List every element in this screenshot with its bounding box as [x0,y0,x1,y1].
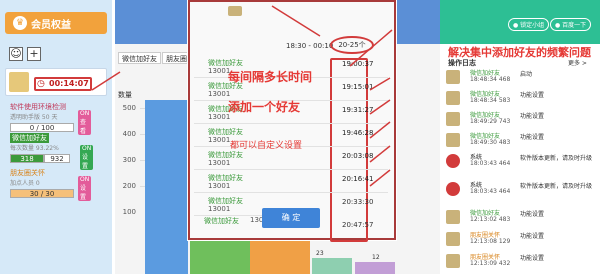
log-time: 12:13:09 432 [470,260,511,267]
log-item: 朋友圈关怀 12:13:08 129 功能设置 [446,230,596,250]
caption-add-friend: 添加一个好友 [228,100,301,114]
log-item: 系统 18:03:43 464 软件版本更新，请及时升级 [446,152,596,172]
log-msg: 软件版本更新，请及时升级 [520,155,593,162]
log-time: 18:48:34 583 [470,97,511,104]
log-time: 18:49:30 483 [470,139,511,146]
lock-group-pill[interactable]: ● 锁定小组 [508,18,550,31]
log-time: 18:03:43 464 [470,160,511,167]
log-time: 18:03:43 464 [470,188,511,195]
log-item: 微信加好友 12:13:02 483 功能设置 [446,208,596,228]
log-time: 18:48:34 468 [470,76,511,83]
log-time: 12:13:08 129 [470,238,511,245]
baidu-pill[interactable]: ● 百度一下 [550,18,592,31]
log-item: 系统 18:03:43 464 软件版本更新，请及时升级 [446,180,596,200]
system-icon [446,182,460,196]
log-item: 微信加好友 18:49:30 483 功能设置 [446,131,596,151]
log-avatar [446,70,460,84]
log-avatar [446,133,460,147]
log-time: 12:13:02 483 [470,216,511,223]
log-msg: 功能设置 [520,233,545,240]
log-avatar [446,91,460,105]
system-icon [446,154,460,168]
log-time: 18:49:29 743 [470,118,511,125]
caption-customizable: 都可以自定义设置 [230,141,303,151]
more-link[interactable]: 更多 > [568,58,587,67]
log-msg: 功能设置 [520,255,545,262]
log-avatar [446,112,460,126]
log-panel: ● 锁定小组 ● 百度一下 解决集中添加好友的频繁问题 操作日志 更多 > 微信… [440,0,600,274]
log-msg: 功能设置 [520,211,545,218]
log-msg: 功能设置 [520,92,545,99]
log-title: 操作日志 [448,59,476,67]
log-item: 微信加好友 18:48:34 468 启动 [446,68,596,88]
log-msg: 功能设置 [520,113,545,120]
log-msg: 软件版本更新，请及时升级 [520,183,593,190]
log-item: 朋友圈关怀 12:13:09 432 功能设置 [446,252,596,272]
log-avatar [446,210,460,224]
log-avatar [446,254,460,268]
confirm-button[interactable]: 确 定 [262,208,320,228]
log-msg: 功能设置 [520,134,545,141]
log-item: 微信加好友 18:49:29 743 功能设置 [446,110,596,130]
log-item: 微信加好友 18:48:34 583 功能设置 [446,89,596,109]
log-msg: 启动 [520,71,533,78]
log-avatar [446,232,460,246]
caption-interval: 每间隔多长时间 [228,70,313,84]
